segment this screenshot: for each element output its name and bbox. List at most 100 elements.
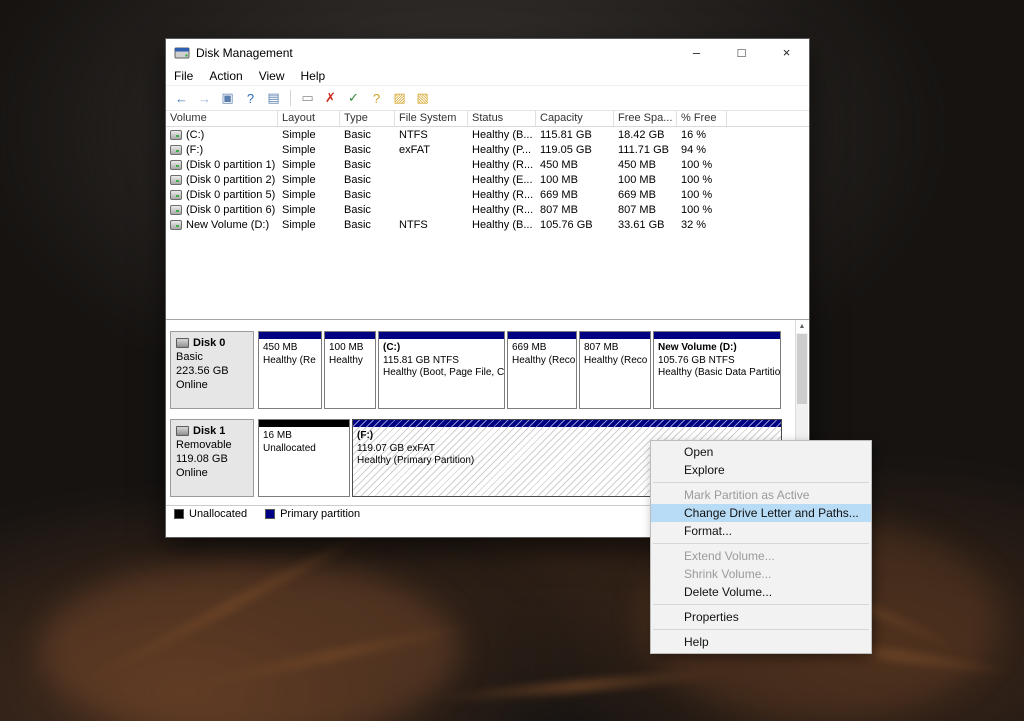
help-topics-icon[interactable]: ? xyxy=(366,88,387,108)
partition-newvolumed[interactable]: New Volume (D:)105.76 GB NTFSHealthy (Ba… xyxy=(653,331,781,409)
partition-c[interactable]: (C:)115.81 GB NTFSHealthy (Boot, Page Fi… xyxy=(378,331,505,409)
volume-name-cell: (C:) xyxy=(166,129,278,141)
column-header-type[interactable]: Type xyxy=(340,111,395,126)
volume-cell: 100 % xyxy=(677,189,727,201)
column-header-capacity[interactable]: Capacity xyxy=(536,111,614,126)
volume-icon xyxy=(170,175,182,185)
volume-cell: Basic xyxy=(340,219,395,231)
disk-name: Disk 0 xyxy=(193,336,225,350)
partition-text: 16 MBUnallocated xyxy=(259,427,349,458)
context-menu-item-delete-volume[interactable]: Delete Volume... xyxy=(651,583,871,601)
context-menu-item-change-drive-letter-and-paths[interactable]: Change Drive Letter and Paths... xyxy=(651,504,871,522)
column-header-free[interactable]: % Free xyxy=(677,111,727,126)
partition-450mb[interactable]: 450 MBHealthy (Re xyxy=(258,331,322,409)
disk-status: Online xyxy=(176,466,248,480)
minimize-button[interactable]: – xyxy=(674,39,719,66)
volume-cell: Healthy (B... xyxy=(468,129,536,141)
volume-cell: Basic xyxy=(340,144,395,156)
volume-cell: 100 % xyxy=(677,174,727,186)
volume-cell: Healthy (R... xyxy=(468,159,536,171)
titlebar[interactable]: Disk Management – □ × xyxy=(166,39,809,66)
partition-100mb[interactable]: 100 MBHealthy xyxy=(324,331,376,409)
menu-help[interactable]: Help xyxy=(293,66,334,86)
show-console-tree-icon[interactable]: ▣ xyxy=(217,88,238,108)
volume-cell: Simple xyxy=(278,159,340,171)
volume-cell: Simple xyxy=(278,144,340,156)
open-folder-icon[interactable]: ▨ xyxy=(389,88,410,108)
mark-active-icon[interactable]: ✓ xyxy=(343,88,364,108)
volume-name-cell: New Volume (D:) xyxy=(166,219,278,231)
volume-cell: Healthy (E... xyxy=(468,174,536,186)
volume-cell: 94 % xyxy=(677,144,727,156)
scrollbar-thumb[interactable] xyxy=(797,334,807,404)
context-menu-item-explore[interactable]: Explore xyxy=(651,461,871,479)
volume-cell: Basic xyxy=(340,204,395,216)
legend-unallocated: Unallocated xyxy=(174,508,247,520)
volume-name-cell: (Disk 0 partition 5) xyxy=(166,189,278,201)
partition-text: (C:)115.81 GB NTFSHealthy (Boot, Page Fi… xyxy=(379,339,504,383)
volume-list-body: (C:)SimpleBasicNTFSHealthy (B...115.81 G… xyxy=(166,127,809,232)
back-icon[interactable]: ← xyxy=(171,88,192,108)
volume-list-header: VolumeLayoutTypeFile SystemStatusCapacit… xyxy=(166,111,809,127)
volume-cell: 18.42 GB xyxy=(614,129,677,141)
disk1-label[interactable]: Disk 1 Removable 119.08 GB Online xyxy=(170,419,254,497)
partition-type-stripe xyxy=(580,332,650,339)
help-icon[interactable]: ? xyxy=(240,88,261,108)
disk-size: 223.56 GB xyxy=(176,364,248,378)
forward-icon[interactable]: → xyxy=(194,88,215,108)
menu-view[interactable]: View xyxy=(251,66,293,86)
table-row[interactable]: (C:)SimpleBasicNTFSHealthy (B...115.81 G… xyxy=(166,127,809,142)
table-row[interactable]: (Disk 0 partition 2)SimpleBasicHealthy (… xyxy=(166,172,809,187)
context-menu-item-help[interactable]: Help xyxy=(651,633,871,651)
partition-text: 100 MBHealthy xyxy=(325,339,375,370)
volume-cell: 450 MB xyxy=(614,159,677,171)
volume-cell: Basic xyxy=(340,189,395,201)
partition-text: New Volume (D:)105.76 GB NTFSHealthy (Ba… xyxy=(654,339,780,383)
context-menu-item-properties[interactable]: Properties xyxy=(651,608,871,626)
window-title: Disk Management xyxy=(196,46,674,60)
volume-cell: Simple xyxy=(278,189,340,201)
table-row[interactable]: (Disk 0 partition 6)SimpleBasicHealthy (… xyxy=(166,202,809,217)
action-pane-icon[interactable]: ▭ xyxy=(297,88,318,108)
partition-16mb[interactable]: 16 MBUnallocated xyxy=(258,419,350,497)
close-button[interactable]: × xyxy=(764,39,809,66)
context-menu-item-format[interactable]: Format... xyxy=(651,522,871,540)
disk-icon xyxy=(176,338,189,348)
column-header-free-spa[interactable]: Free Spa... xyxy=(614,111,677,126)
volume-icon xyxy=(170,190,182,200)
context-menu-item-open[interactable]: Open xyxy=(651,443,871,461)
menu-action[interactable]: Action xyxy=(201,66,250,86)
legend-primary: Primary partition xyxy=(265,508,360,520)
column-header-filler xyxy=(727,111,809,126)
table-row[interactable]: (Disk 0 partition 5)SimpleBasicHealthy (… xyxy=(166,187,809,202)
explore-folder-icon[interactable]: ▧ xyxy=(412,88,433,108)
context-menu-item-mark-partition-as-active: Mark Partition as Active xyxy=(651,486,871,504)
column-header-volume[interactable]: Volume xyxy=(166,111,278,126)
volume-cell: 100 MB xyxy=(614,174,677,186)
table-row[interactable]: (Disk 0 partition 1)SimpleBasicHealthy (… xyxy=(166,157,809,172)
volume-cell: 16 % xyxy=(677,129,727,141)
properties-icon[interactable]: ▤ xyxy=(263,88,284,108)
column-header-file-system[interactable]: File System xyxy=(395,111,468,126)
menu-bar: FileActionViewHelp xyxy=(166,66,809,86)
column-header-status[interactable]: Status xyxy=(468,111,536,126)
volume-cell: Basic xyxy=(340,159,395,171)
partition-type-stripe xyxy=(353,420,781,427)
volume-name-cell: (Disk 0 partition 2) xyxy=(166,174,278,186)
column-header-layout[interactable]: Layout xyxy=(278,111,340,126)
scroll-up-icon[interactable]: ▲ xyxy=(796,320,808,333)
volume-cell: 115.81 GB xyxy=(536,129,614,141)
delete-volume-icon[interactable]: ✗ xyxy=(320,88,341,108)
disk0-label[interactable]: Disk 0 Basic 223.56 GB Online xyxy=(170,331,254,409)
table-row[interactable]: (F:)SimpleBasicexFATHealthy (P...119.05 … xyxy=(166,142,809,157)
menu-file[interactable]: File xyxy=(166,66,201,86)
partition-type-stripe xyxy=(325,332,375,339)
partition-669mb[interactable]: 669 MBHealthy (Reco xyxy=(507,331,577,409)
partition-807mb[interactable]: 807 MBHealthy (Reco xyxy=(579,331,651,409)
partition-type-stripe xyxy=(259,332,321,339)
volume-cell: NTFS xyxy=(395,219,468,231)
maximize-button[interactable]: □ xyxy=(719,39,764,66)
table-row[interactable]: New Volume (D:)SimpleBasicNTFSHealthy (B… xyxy=(166,217,809,232)
menu-separator xyxy=(653,604,869,605)
disk-name: Disk 1 xyxy=(193,424,225,438)
